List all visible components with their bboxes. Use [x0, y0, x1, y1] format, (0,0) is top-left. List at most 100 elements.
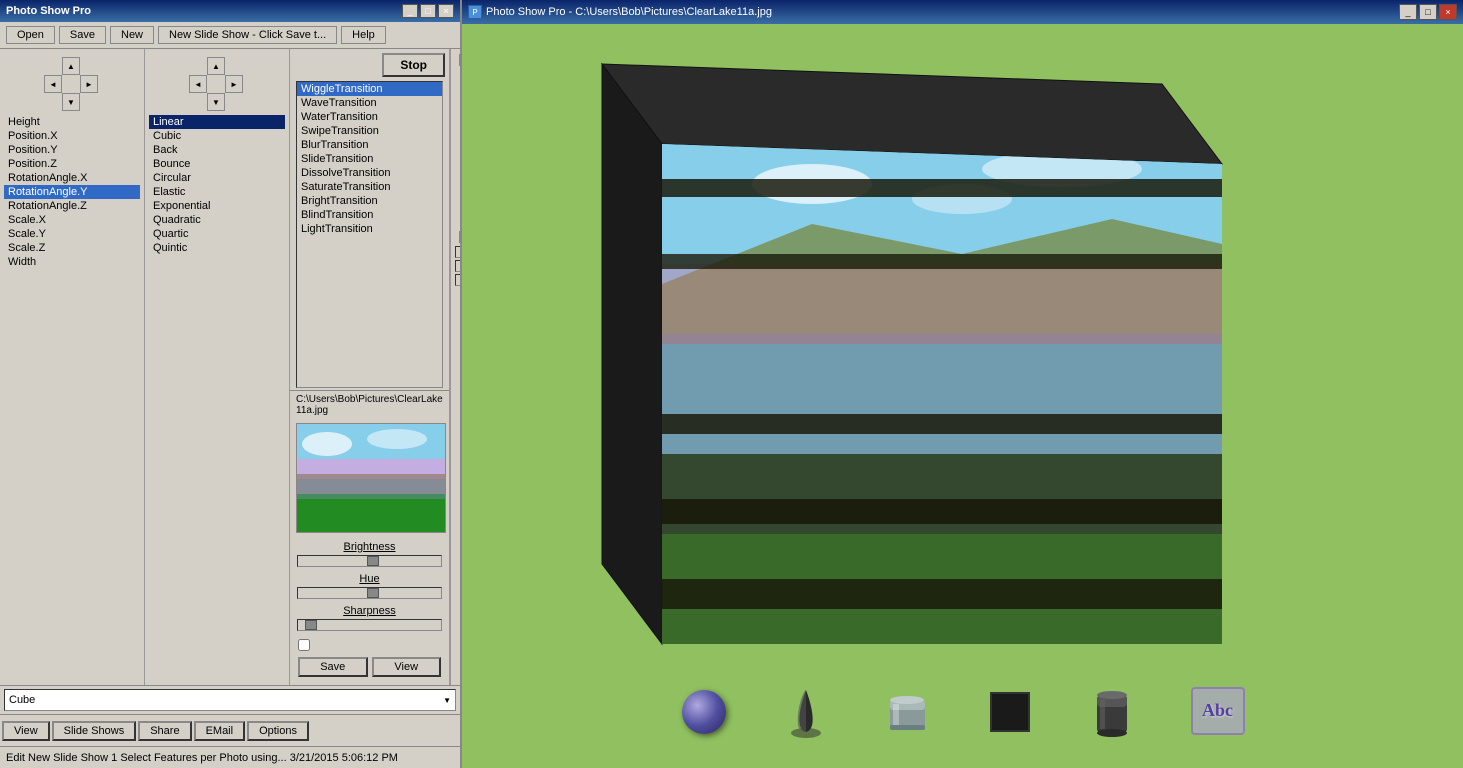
color-slider-left[interactable]: ◄ — [459, 54, 460, 66]
photo-title-bar: P Photo Show Pro - C:\Users\Bob\Pictures… — [462, 0, 1463, 24]
bottom-toolbar: View Slide Shows Share EMail Options — [0, 714, 460, 746]
sharpness-slider[interactable] — [297, 619, 442, 631]
image-path: C:\Users\Bob\Pictures\ClearLake11a.jpg — [290, 390, 449, 419]
easing-item[interactable]: Quartic — [149, 227, 285, 241]
easing-item[interactable]: Cubic — [149, 129, 285, 143]
photo-minimize-btn[interactable]: _ — [1399, 4, 1417, 20]
thumbnail-image — [296, 423, 446, 533]
left-arrow[interactable]: ◄ — [44, 75, 62, 93]
transition-item[interactable]: BlurTransition — [297, 138, 442, 152]
save-button[interactable]: Save — [59, 26, 106, 44]
easing-item[interactable]: Exponential — [149, 199, 285, 213]
transition-item[interactable]: BrightTransition — [297, 194, 442, 208]
empty-cell — [189, 57, 207, 75]
easing-item[interactable]: Bounce — [149, 157, 285, 171]
transition-item[interactable]: SwipeTransition — [297, 124, 442, 138]
photo-window-title: Photo Show Pro - C:\Users\Bob\Pictures\C… — [486, 6, 772, 18]
status-text: Edit New Slide Show 1 Select Features pe… — [6, 752, 398, 764]
brightness-label[interactable]: Brightness — [294, 541, 445, 553]
property-item[interactable]: Position.X — [4, 129, 140, 143]
email-btn[interactable]: EMail — [194, 721, 246, 741]
new-button[interactable]: New — [110, 26, 154, 44]
cube-combo[interactable]: Cube ▼ — [4, 689, 456, 711]
open-button[interactable]: Open — [6, 26, 55, 44]
easing-item[interactable]: Quintic — [149, 241, 285, 255]
close-btn[interactable]: × — [438, 4, 454, 18]
maximize-btn[interactable]: □ — [420, 4, 436, 18]
transition-item[interactable]: LightTransition — [297, 222, 442, 236]
new-slideshow-button[interactable]: New Slide Show - Click Save t... — [158, 26, 337, 44]
photo-maximize-btn[interactable]: □ — [1419, 4, 1437, 20]
property-item[interactable]: RotationAngle.Y — [4, 185, 140, 199]
property-list: HeightPosition.XPosition.YPosition.ZRota… — [4, 115, 140, 681]
sharpness-control: Sharpness — [294, 605, 445, 631]
property-item[interactable]: Position.Z — [4, 157, 140, 171]
sharpness-label[interactable]: Sharpness — [294, 605, 445, 617]
property-item[interactable]: RotationAngle.X — [4, 171, 140, 185]
transition-item[interactable]: SaturateTransition — [297, 180, 442, 194]
empty-cell — [189, 93, 207, 111]
transition-item[interactable]: WaveTransition — [297, 96, 442, 110]
full-slider-3[interactable] — [455, 274, 460, 286]
left-arrow-2[interactable]: ◄ — [189, 75, 207, 93]
right-arrow-2[interactable]: ► — [225, 75, 243, 93]
transition-item[interactable]: WaterTransition — [297, 110, 442, 124]
bhs-save-button[interactable]: Save — [298, 657, 368, 677]
bhs-checkbox[interactable] — [298, 639, 310, 651]
thumbnail-svg — [297, 424, 446, 533]
transition-item[interactable]: BlindTransition — [297, 208, 442, 222]
easing-item[interactable]: Elastic — [149, 185, 285, 199]
property-item[interactable]: RotationAngle.Z — [4, 199, 140, 213]
full-slider-1[interactable] — [455, 246, 460, 258]
down-arrow[interactable]: ▼ — [62, 93, 80, 111]
stop-button[interactable]: Stop — [382, 53, 445, 77]
property-item[interactable]: Position.Y — [4, 143, 140, 157]
cube-display-svg — [462, 24, 1452, 674]
transition-item[interactable]: WiggleTransition — [297, 82, 442, 96]
down-arrow-2[interactable]: ▼ — [207, 93, 225, 111]
text-icon: Abc — [1188, 683, 1248, 738]
view-btn[interactable]: View — [2, 721, 50, 741]
transitions-panel: Stop WiggleTransitionWaveTransitionWater… — [290, 49, 450, 685]
transition-item[interactable]: DissolveTransition — [297, 166, 442, 180]
help-button[interactable]: Help — [341, 26, 386, 44]
easing-item[interactable]: Circular — [149, 171, 285, 185]
empty-cell — [80, 93, 98, 111]
property-item[interactable]: Scale.Z — [4, 241, 140, 255]
sphere-shape — [682, 690, 726, 734]
photo-content: Abc — [462, 24, 1463, 768]
transition-list: WiggleTransitionWaveTransitionWaterTrans… — [296, 81, 443, 388]
photo-close-btn[interactable]: × — [1439, 4, 1457, 20]
bhs-view-button[interactable]: View — [372, 657, 442, 677]
right-arrow[interactable]: ► — [80, 75, 98, 93]
easing-item[interactable]: Back — [149, 143, 285, 157]
property-item[interactable]: Scale.Y — [4, 227, 140, 241]
empty-cell — [80, 57, 98, 75]
arrow-pad-right: ▲ ◄ ► ▼ — [189, 57, 245, 111]
up-arrow-2[interactable]: ▲ — [207, 57, 225, 75]
brightness-slider[interactable] — [297, 555, 442, 567]
minimize-btn[interactable]: _ — [402, 4, 418, 18]
options-btn[interactable]: Options — [247, 721, 309, 741]
transition-item[interactable]: SlideTransition — [297, 152, 442, 166]
extra-left-1[interactable]: ◄ — [459, 231, 460, 243]
up-arrow[interactable]: ▲ — [62, 57, 80, 75]
extra-slider-row-1: ◄ 5 ► — [455, 230, 460, 244]
hue-control: Hue — [294, 573, 445, 599]
status-bar: Edit New Slide Show 1 Select Features pe… — [0, 746, 460, 768]
share-btn[interactable]: Share — [138, 721, 191, 741]
hue-slider[interactable] — [297, 587, 442, 599]
property-item[interactable]: Height — [4, 115, 140, 129]
empty-cell — [44, 57, 62, 75]
property-item[interactable]: Width — [4, 255, 140, 269]
property-item[interactable]: Scale.X — [4, 213, 140, 227]
metal-cylinder-icon — [1086, 686, 1138, 738]
hue-label[interactable]: Hue — [294, 573, 445, 585]
easing-item[interactable]: Linear — [149, 115, 285, 129]
full-slider-2[interactable] — [455, 260, 460, 272]
slide-shows-btn[interactable]: Slide Shows — [52, 721, 137, 741]
easing-item[interactable]: Quadratic — [149, 213, 285, 227]
center-cell — [62, 75, 80, 93]
text-shape: Abc — [1191, 687, 1245, 735]
set-color-label: Set Color — [455, 178, 460, 192]
